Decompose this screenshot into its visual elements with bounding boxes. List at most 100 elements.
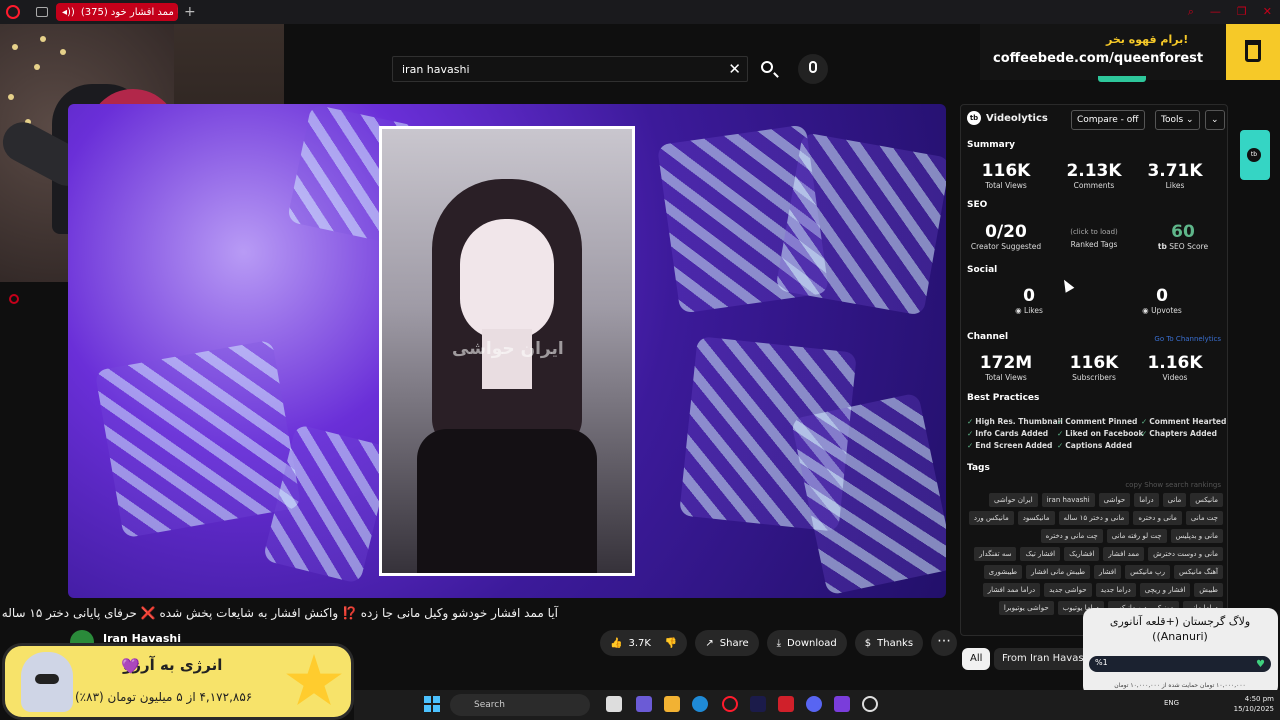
bp-item: ✓ High Res. Thumbnail — [967, 417, 1063, 426]
donation-widget: ولاگ گرجستان (+قلعه آنانوری (Ananuri)) %… — [1083, 608, 1278, 696]
discord-icon[interactable] — [806, 696, 822, 712]
tag-chip[interactable]: آهنگ مانیکس — [1174, 565, 1223, 579]
channelytics-link[interactable]: Go To Channelytics — [1154, 335, 1221, 343]
seo-score-label: SEO Score — [1169, 242, 1209, 251]
settings-gear-icon[interactable] — [9, 294, 19, 304]
search-button[interactable] — [754, 58, 782, 80]
tag-chip[interactable]: ممد افشار — [1103, 547, 1145, 561]
tag-chip[interactable]: مانی و دختره — [1133, 511, 1182, 525]
minimize-button[interactable]: — — [1210, 5, 1221, 19]
tab-island-icon[interactable] — [36, 7, 48, 17]
browser-tab[interactable]: ◂)) (375) آیا ممد افشار خود — [56, 3, 178, 21]
new-tab-button[interactable]: + — [184, 4, 196, 20]
tag-chip[interactable]: مانیکس ورد — [968, 511, 1014, 525]
bp-label: High Res. Thumbnail — [975, 417, 1063, 426]
tag-chip[interactable]: دراما جدید — [1095, 583, 1136, 597]
windows-start-icon[interactable] — [424, 696, 440, 712]
tag-chip[interactable]: سه تفنگدار — [974, 547, 1017, 561]
stat-value: 172M — [979, 353, 1033, 373]
glass-cube — [94, 339, 302, 539]
edge-icon[interactable] — [692, 696, 708, 712]
tag-chip[interactable]: افشار و ریچی — [1139, 583, 1191, 597]
close-button[interactable]: ✕ — [1263, 5, 1272, 19]
r-app-icon[interactable] — [834, 696, 850, 712]
stat-comments: 2.13K Comments — [1054, 161, 1134, 190]
clear-search-icon[interactable]: ✕ — [728, 60, 741, 78]
thanks-button[interactable]: $ Thanks — [854, 630, 924, 656]
bp-label: End Screen Added — [975, 441, 1053, 450]
search-tabs-icon[interactable]: ⌕ — [1188, 5, 1194, 19]
tag-chip[interactable]: مانی و بدپلیس — [1170, 529, 1223, 543]
opera-taskbar-icon[interactable] — [722, 696, 738, 712]
tag-chip[interactable]: مانی — [1162, 493, 1187, 507]
stat-label: ◉ Likes — [1015, 306, 1043, 315]
tab-title: (375) آیا ممد افشار خود — [80, 6, 178, 18]
tag-chip[interactable]: ایران حواشی — [989, 493, 1038, 507]
speaker-icon[interactable]: ◂)) — [62, 7, 75, 18]
thumbs-up-icon[interactable]: 👍 — [610, 638, 622, 649]
tag-chip[interactable]: افشار — [1094, 565, 1122, 579]
download-button[interactable]: ⤓ Download — [766, 630, 847, 656]
clock[interactable]: 4:50 pm 15/10/2025 — [1234, 694, 1274, 714]
copilot-icon[interactable] — [636, 696, 652, 712]
chip-all[interactable]: All — [962, 648, 991, 670]
stat-social-likes: 0 ◉ Likes — [989, 286, 1069, 315]
video-player[interactable]: ایران حواشی — [68, 104, 946, 598]
premiere-icon[interactable] — [750, 696, 766, 712]
clock-time: 4:50 pm — [1244, 695, 1274, 703]
tag-chip[interactable]: حواشی یوتیوبرا — [998, 601, 1054, 615]
tag-chip[interactable]: چت مانی — [1185, 511, 1223, 525]
stat-value: 0 — [1156, 286, 1168, 306]
tag-chip[interactable]: مانیکسود — [1017, 511, 1055, 525]
stat-value[interactable]: (click to load) — [1054, 228, 1134, 236]
search-input[interactable]: iran havashi — [402, 63, 470, 76]
thumbs-down-icon[interactable]: 👎 — [665, 638, 677, 649]
share-button[interactable]: ↗ Share — [695, 630, 759, 656]
tag-chip[interactable]: حواشی جدید — [1044, 583, 1092, 597]
widgets-icon[interactable] — [606, 696, 622, 712]
file-explorer-icon[interactable] — [664, 696, 680, 712]
stat-creator-suggested: 0/20 Creator Suggested — [966, 222, 1046, 251]
bp-label: Liked on Facebook — [1065, 429, 1144, 438]
tools-dropdown[interactable]: Tools ⌄ — [1155, 110, 1200, 130]
tag-chip[interactable]: چت مانی و دختره — [1040, 529, 1103, 543]
videolytics-logo-icon: tb — [967, 111, 981, 125]
coffee-cup-icon — [1226, 24, 1280, 80]
tag-chip[interactable]: طیبش مانی افشار — [1026, 565, 1091, 579]
stat-label: Likes — [1165, 181, 1185, 190]
search-box[interactable]: iran havashi ✕ — [392, 56, 748, 82]
tag-chip[interactable]: iran havashi — [1041, 493, 1095, 507]
tags-toolbar[interactable]: copy Show search rankings — [1125, 481, 1221, 489]
star-icon — [286, 654, 342, 705]
like-dislike-button[interactable]: 👍 3.7K 👎 — [600, 630, 688, 656]
panel-collapse-button[interactable]: ⌄ — [1205, 110, 1225, 130]
videolytics-side-button[interactable]: tb — [1240, 130, 1270, 180]
tag-chip[interactable]: طیبشوری — [983, 565, 1023, 579]
tag-chip[interactable]: افشاریک — [1064, 547, 1100, 561]
best-practices-heading: Best Practices — [967, 393, 1040, 403]
language-indicator[interactable]: ENG — [1164, 699, 1179, 707]
obs-icon[interactable] — [862, 696, 878, 712]
tag-chip[interactable]: مانیکس — [1190, 493, 1223, 507]
tag-chip[interactable]: دراما — [1134, 493, 1159, 507]
tag-chip[interactable]: چت لو رفته مانی — [1106, 529, 1167, 543]
compare-button[interactable]: Compare - off — [1071, 110, 1145, 130]
tag-chip[interactable]: حواشی — [1098, 493, 1131, 507]
stat-label: Total Views — [985, 181, 1027, 190]
stat-ranked-tags[interactable]: (click to load) Ranked Tags — [1054, 222, 1134, 249]
maximize-button[interactable]: ❐ — [1237, 5, 1247, 19]
vpn-icon[interactable] — [778, 696, 794, 712]
opera-logo-icon[interactable] — [6, 5, 20, 19]
more-actions-button[interactable]: ⋯ — [931, 630, 958, 656]
voice-search-button[interactable] — [798, 54, 828, 84]
tag-chip[interactable]: دراما ممد افشار — [982, 583, 1041, 597]
tag-chip[interactable]: مانی و دختر ۱۵ ساله — [1058, 511, 1130, 525]
taskbar-search[interactable]: Search — [450, 694, 590, 716]
tag-chip[interactable]: مانی و دوست دخترش — [1148, 547, 1223, 561]
tag-chip[interactable]: رپ مانیکس — [1125, 565, 1171, 579]
tag-chip[interactable]: طیبش — [1194, 583, 1223, 597]
browser-tab-bar: ◂)) (375) آیا ممد افشار خود + ⌕ — ❐ ✕ — [0, 0, 1280, 24]
stat-value: 2.13K — [1066, 161, 1122, 181]
tag-chip[interactable]: افشار تیک — [1020, 547, 1061, 561]
video-frame-image: ایران حواشی — [382, 129, 632, 573]
